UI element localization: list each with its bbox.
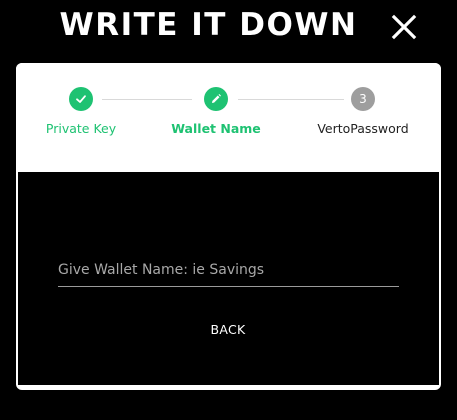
write-it-down-screen: WRITE IT DOWN Private Key Wallet Name 3 … <box>0 0 457 420</box>
stepper: Private Key Wallet Name 3 VertoPassword <box>16 63 441 171</box>
step-label: Private Key <box>45 121 117 136</box>
step-private-key[interactable]: Private Key <box>16 87 146 136</box>
back-button[interactable]: BACK <box>188 317 268 341</box>
step-verto-password[interactable]: 3 VertoPassword <box>298 87 428 136</box>
step-label: Wallet Name <box>171 121 261 136</box>
step-circle <box>204 87 228 111</box>
wallet-name-input[interactable] <box>58 254 399 287</box>
close-button[interactable] <box>387 10 421 44</box>
pencil-icon <box>212 94 221 103</box>
page-title: WRITE IT DOWN <box>59 7 358 43</box>
step-circle <box>69 87 93 111</box>
close-icon <box>391 14 417 40</box>
step-label: VertoPassword <box>317 121 409 136</box>
wallet-setup-card: Private Key Wallet Name 3 VertoPassword … <box>16 63 441 390</box>
wallet-name-form: BACK <box>18 172 439 385</box>
check-icon <box>76 95 86 103</box>
step-wallet-name[interactable]: Wallet Name <box>151 87 281 136</box>
step-number: 3 <box>351 87 375 111</box>
